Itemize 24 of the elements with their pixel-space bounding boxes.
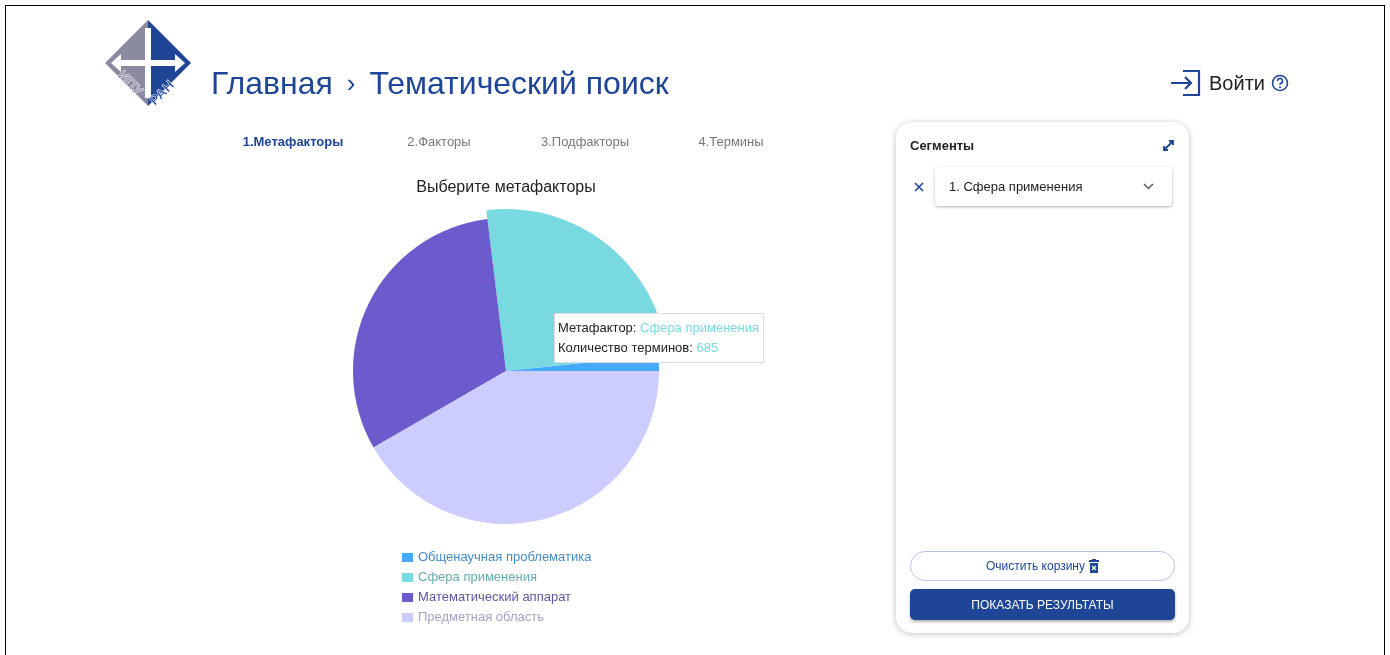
breadcrumb-link[interactable]: Главная: [211, 64, 333, 102]
chevron-icon: [1143, 183, 1154, 190]
breadcrumb-separator: ›: [346, 67, 356, 99]
breadcrumb-link[interactable]: Тематический поиск: [369, 64, 669, 102]
step-tab[interactable]: 3.Подфакторы: [540, 132, 630, 151]
help-icon: [1271, 74, 1289, 92]
panel-title: Сегменты: [910, 138, 975, 153]
close-icon[interactable]: [914, 181, 924, 192]
tooltip-line: Количество терминов: 685: [558, 339, 720, 357]
login-button[interactable]: Войти: [1169, 69, 1289, 97]
step-tab[interactable]: 4.Термины: [698, 132, 764, 151]
legend-item[interactable]: Математический аппарат: [402, 587, 592, 607]
legend-item[interactable]: Общенаучная проблематика: [402, 547, 592, 567]
tooltip-line: Метафактор: Сфера применения: [558, 319, 760, 337]
step-tab[interactable]: 2.Факторы: [407, 132, 471, 151]
chart-title: Выберите метафакторы: [416, 178, 596, 196]
step-tab[interactable]: 1.Метафакторы: [242, 132, 344, 151]
trash-icon: [1089, 559, 1099, 573]
show-results-button[interactable]: ПОКАЗАТЬ РЕЗУЛЬТАТЫ: [910, 589, 1175, 620]
segment-select[interactable]: 1. Сфера применения: [935, 167, 1172, 206]
pie-slice[interactable]: [373, 371, 659, 524]
clear-basket-button[interactable]: Очистить корзину: [910, 551, 1175, 581]
pie-slice[interactable]: [353, 219, 506, 448]
expand-icon[interactable]: [1162, 139, 1175, 152]
